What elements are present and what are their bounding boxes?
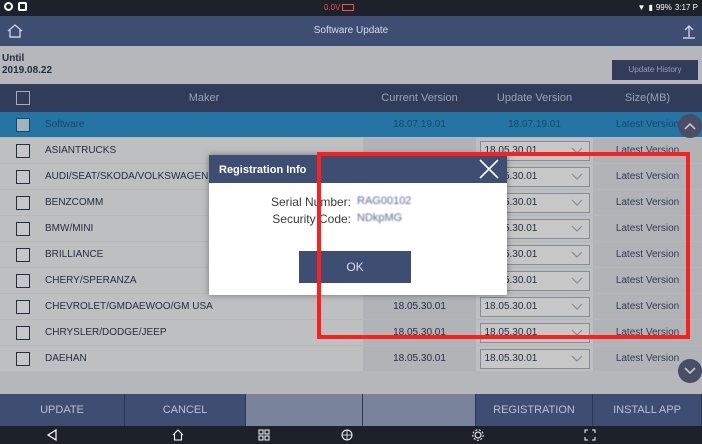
cancel-button[interactable]: CANCEL (125, 394, 246, 426)
title-bar: Software Update (0, 16, 702, 46)
registration-button[interactable]: REGISTRATION (476, 394, 593, 426)
page-title: Software Update (313, 25, 389, 36)
home-icon[interactable] (172, 429, 184, 441)
action-bar: UPDATE CANCEL REGISTRATION INSTALL APP (0, 394, 702, 426)
highlight-box (317, 152, 690, 339)
voltage-readout: 0.0V (324, 3, 341, 12)
browser-icon[interactable] (341, 429, 353, 441)
upload-icon[interactable] (680, 22, 698, 40)
install-app-button[interactable]: INSTALL APP (593, 394, 702, 426)
back-icon[interactable] (46, 429, 58, 441)
battery-icon: ▮ (648, 3, 653, 12)
screenshot-icon[interactable] (584, 429, 596, 441)
notification-icon (18, 2, 27, 11)
navigation-bar (0, 426, 702, 444)
empty-action-slot (246, 394, 363, 426)
car-battery-icon (342, 4, 355, 11)
status-bar: 0.0V ▼ ▮ 99% 3:17 P (0, 0, 702, 16)
clock: 3:17 P (674, 3, 698, 12)
wifi-icon: ▼ (637, 3, 646, 12)
settings-icon[interactable] (472, 429, 484, 441)
update-button[interactable]: UPDATE (0, 394, 125, 426)
recent-apps-icon[interactable] (258, 429, 270, 441)
record-icon (4, 2, 13, 11)
empty-action-slot (363, 394, 476, 426)
battery-percent: 99% (655, 3, 672, 12)
